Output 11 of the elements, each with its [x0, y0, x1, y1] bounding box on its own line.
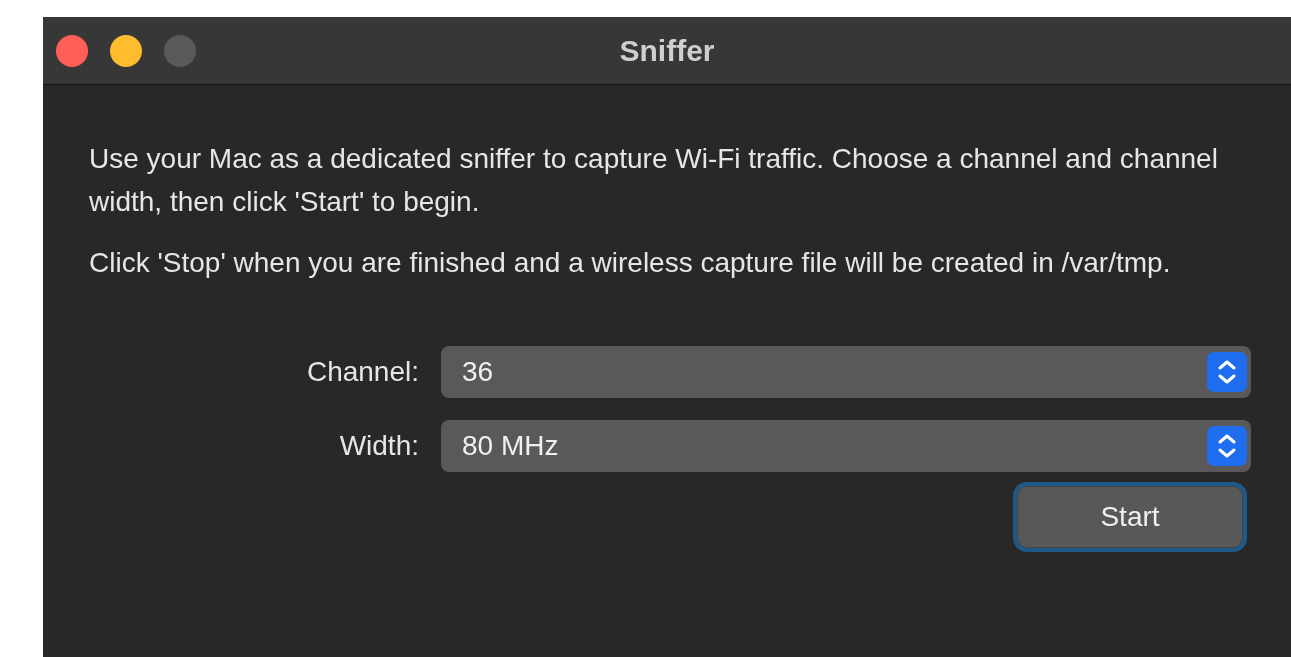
- window-control-button[interactable]: [56, 34, 88, 67]
- field-label: Width:: [338, 430, 419, 462]
- field-label: Channel:: [305, 356, 419, 388]
- popup-menu[interactable]: 36: [441, 346, 1251, 398]
- description-text: Click 'Stop' when you are finished and a wireless capture file will be created in /var/tmp.: [89, 246, 1172, 280]
- chevron-updown-icon: [1207, 352, 1247, 392]
- popup-menu[interactable]: 80 MHz: [441, 420, 1251, 472]
- chevron-updown-icon: [1207, 426, 1247, 466]
- window-title: Sniffer: [619, 33, 715, 68]
- window-control-button[interactable]: [110, 34, 142, 67]
- description-text: Use your Mac as a dedicated sniffer to capture Wi-Fi traffic. Choose a channel and channel width, then click 'Start' to begin.: [89, 142, 1219, 219]
